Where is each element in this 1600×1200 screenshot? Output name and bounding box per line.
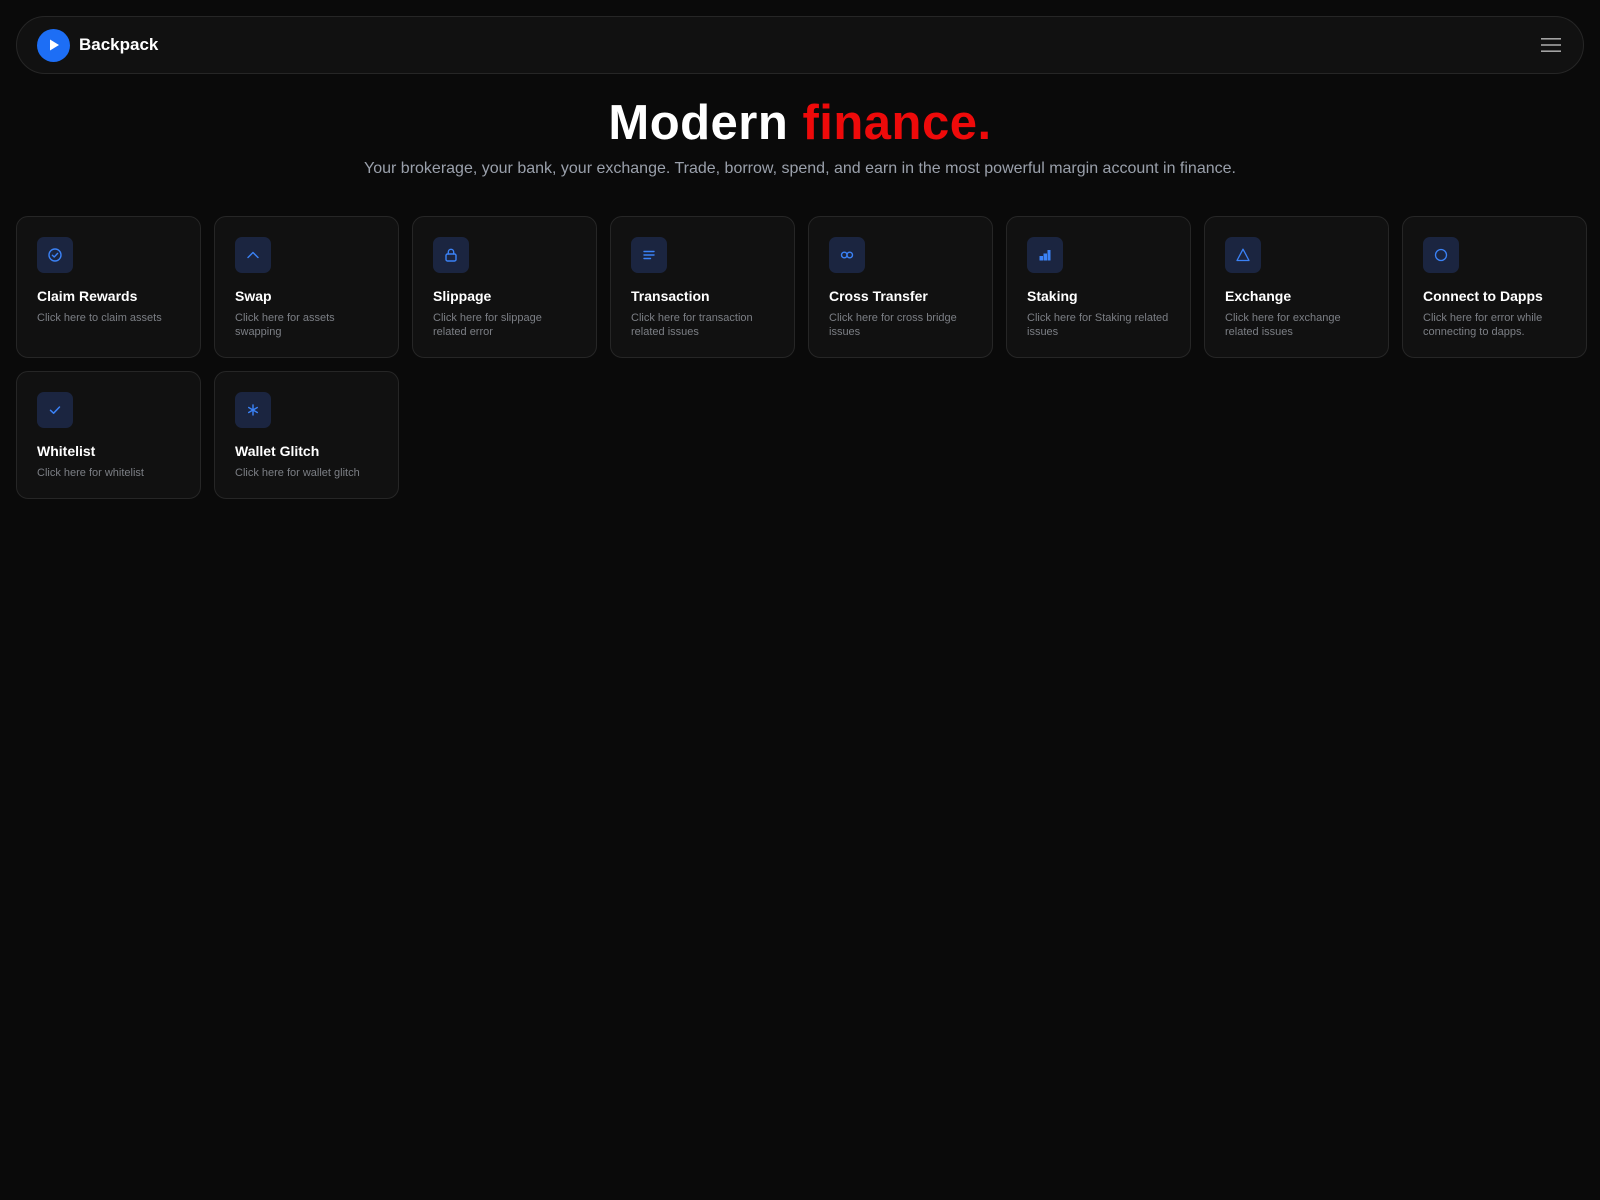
card-whitelist[interactable]: Whitelist Click here for whitelist (16, 371, 201, 499)
card-title: Claim Rewards (37, 288, 138, 304)
card-title: Wallet Glitch (235, 443, 320, 459)
card-title: Slippage (433, 288, 492, 304)
feature-card-grid: Claim Rewards Click here to claim assets… (16, 216, 1587, 499)
card-description: Click here for transaction related issue… (631, 312, 753, 338)
card-cross-transfer[interactable]: Cross Transfer Click here for cross brid… (808, 216, 993, 358)
card-description: Click here for assets swapping (235, 312, 335, 338)
lock-icon (433, 237, 469, 273)
hero-subtitle: Your brokerage, your bank, your exchange… (364, 160, 1236, 177)
circle-icon (1423, 237, 1459, 273)
card-title: Exchange (1225, 288, 1292, 304)
card-staking[interactable]: Staking Click here for Staking related i… (1006, 216, 1191, 358)
check-circle-icon (37, 237, 73, 273)
chevron-up-icon (235, 237, 271, 273)
card-title: Transaction (631, 288, 710, 304)
card-description: Click here for slippage related error (433, 312, 542, 338)
hero-title-main: Modern (608, 96, 789, 150)
card-title: Whitelist (37, 443, 96, 459)
card-exchange[interactable]: Exchange Click here for exchange related… (1204, 216, 1389, 358)
triangle-icon (1225, 237, 1261, 273)
navbar: Backpack (16, 16, 1584, 74)
hero-title-highlight: finance. (802, 96, 992, 150)
card-description: Click here for Staking related issues (1027, 312, 1169, 338)
card-description: Click here for exchange related issues (1225, 312, 1341, 338)
card-title: Cross Transfer (829, 288, 928, 304)
hamburger-menu-icon[interactable] (1539, 33, 1563, 57)
play-logo-icon[interactable] (37, 28, 70, 62)
check-icon (37, 392, 73, 428)
lines-icon (631, 237, 667, 273)
card-swap[interactable]: Swap Click here for assets swapping (214, 216, 399, 358)
card-title: Swap (235, 288, 272, 304)
card-title: Connect to Dapps (1423, 288, 1543, 304)
card-description: Click here for whitelist (37, 467, 144, 479)
brand-name[interactable]: Backpack (79, 35, 158, 55)
card-description: Click here for error while connecting to… (1423, 312, 1543, 338)
infinity-icon (829, 237, 865, 273)
card-wallet-glitch[interactable]: Wallet Glitch Click here for wallet glit… (214, 371, 399, 499)
card-transaction[interactable]: Transaction Click here for transaction r… (610, 216, 795, 358)
card-description: Click here for wallet glitch (235, 467, 360, 479)
card-slippage[interactable]: Slippage Click here for slippage related… (412, 216, 597, 358)
card-claim-rewards[interactable]: Claim Rewards Click here to claim assets (16, 216, 201, 358)
card-description: Click here to claim assets (37, 312, 162, 324)
hero-section: Modern finance. Your brokerage, your ban… (0, 92, 1600, 178)
hero-title: Modern finance. (0, 92, 1600, 154)
bar-chart-icon (1027, 237, 1063, 273)
card-connect-to-dapps[interactable]: Connect to Dapps Click here for error wh… (1402, 216, 1587, 358)
asterisk-icon (235, 392, 271, 428)
card-description: Click here for cross bridge issues (829, 312, 957, 338)
card-title: Staking (1027, 288, 1078, 304)
